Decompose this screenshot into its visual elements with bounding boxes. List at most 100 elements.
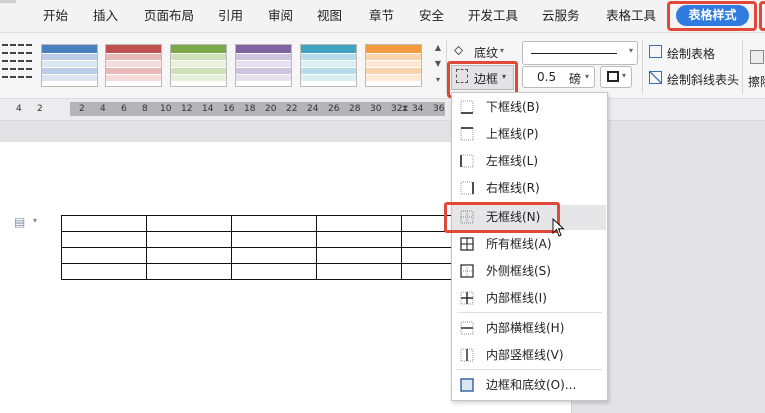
menu-item-inside-vertical[interactable]: 内部竖框线(V): [452, 344, 607, 366]
table-style-swatch-red[interactable]: [105, 44, 162, 87]
ruler-number: 32: [391, 104, 403, 114]
border-top-icon: [460, 127, 474, 141]
menu-tab-cloud[interactable]: 云服务: [542, 0, 580, 33]
menu-item-right-border[interactable]: 右框线(R): [452, 177, 607, 199]
gallery-expand-icon[interactable]: ▾: [432, 72, 444, 88]
border-outside-icon: [460, 264, 474, 278]
ruler-number: 2: [37, 104, 43, 114]
table-style-swatch-blue[interactable]: [41, 44, 98, 87]
menu-tab-table-tools[interactable]: 表格工具: [606, 0, 656, 33]
border-inside-icon: [460, 291, 474, 305]
pen-color-icon: [607, 71, 619, 82]
menu-item-inside-horizontal[interactable]: 内部横框线(H): [452, 317, 607, 339]
draw-table-button[interactable]: 绘制表格: [667, 45, 715, 62]
line-style-gallery[interactable]: [0, 44, 34, 90]
ruler-number: 24: [307, 104, 319, 114]
menu-tab-table-style[interactable]: 表格样式: [676, 5, 749, 26]
table-cell[interactable]: [146, 263, 232, 280]
paint-bucket-icon[interactable]: ⬦: [454, 43, 463, 58]
eraser-icon[interactable]: [750, 50, 764, 64]
chevron-up-icon[interactable]: ▲: [432, 40, 444, 56]
document-table[interactable]: [61, 215, 487, 280]
chevron-down-icon[interactable]: ▾: [629, 46, 633, 55]
ruler-number: 14: [202, 104, 214, 114]
border-left-icon: [460, 154, 474, 168]
menu-item-all-borders[interactable]: 所有框线(A): [452, 233, 607, 255]
border-all-icon: [460, 237, 474, 251]
line-weight-value: 0.5: [537, 70, 557, 84]
table-style-swatch-teal[interactable]: [300, 44, 357, 87]
mouse-cursor-icon: [552, 218, 565, 237]
border-right-icon: [460, 181, 474, 195]
ruler-number: 6: [121, 104, 127, 114]
ruler-number: 20: [265, 104, 277, 114]
menu-separator: [0, 0, 16, 3]
table-cell[interactable]: [61, 215, 147, 232]
indent-marker-icon[interactable]: ⧗: [402, 104, 408, 114]
chevron-down-icon[interactable]: ▾: [585, 72, 589, 81]
menu-tab-home[interactable]: 开始: [43, 0, 68, 33]
menu-tab-insert[interactable]: 插入: [93, 0, 118, 33]
menu-item-top-border[interactable]: 上框线(P): [452, 123, 607, 145]
table-cell[interactable]: [146, 215, 232, 232]
ruler-number: 8: [142, 104, 148, 114]
menu-item-borders-and-shading[interactable]: 边框和底纹(O)...: [452, 374, 607, 396]
table-cell[interactable]: [61, 263, 147, 280]
gallery-scroll[interactable]: ▲ ▼ ▾: [432, 40, 444, 92]
menu-item-outside-borders[interactable]: 外侧框线(S): [452, 260, 607, 282]
ruler-number: 16: [223, 104, 235, 114]
chevron-down-icon[interactable]: ▾: [622, 71, 626, 80]
menu-tab-developer[interactable]: 开发工具: [468, 0, 518, 33]
table-cell[interactable]: [316, 247, 402, 264]
draw-table-icon[interactable]: [649, 45, 662, 58]
table-cell[interactable]: [146, 231, 232, 248]
ruler-number: 4: [100, 104, 106, 114]
menu-tab-review[interactable]: 审阅: [268, 0, 293, 33]
pen-color-button[interactable]: ▾: [600, 66, 632, 88]
table-style-swatch-green[interactable]: [170, 44, 227, 87]
table-cell[interactable]: [231, 263, 317, 280]
paragraph-layout-icon[interactable]: ▤: [14, 215, 25, 229]
erase-button[interactable]: 擦除: [748, 73, 765, 90]
border-inside-horizontal-icon: [460, 321, 474, 335]
line-style-select[interactable]: ▾: [522, 41, 638, 65]
menu-tab-view[interactable]: 视图: [317, 0, 342, 33]
table-cell[interactable]: [146, 247, 232, 264]
chevron-down-icon[interactable]: ▾: [500, 46, 504, 55]
table-style-swatch-orange[interactable]: [365, 44, 422, 87]
table-cell[interactable]: [61, 231, 147, 248]
ruler-number: 10: [160, 104, 172, 114]
menu-item-label: 右框线(R): [486, 181, 540, 195]
table-cell[interactable]: [316, 263, 402, 280]
border-inside-vertical-icon: [460, 348, 474, 362]
menu-item-label: 外侧框线(S): [486, 264, 551, 278]
menu-item-inside-borders[interactable]: 内部框线(I): [452, 287, 607, 309]
ruler-number: 30: [370, 104, 382, 114]
border-bottom-icon: [460, 100, 474, 114]
ruler-number: 18: [244, 104, 256, 114]
menu-tab-page-layout[interactable]: 页面布局: [144, 0, 194, 33]
table-row: [61, 247, 487, 264]
menu-item-label: 所有框线(A): [486, 237, 552, 251]
table-cell[interactable]: [61, 247, 147, 264]
line-weight-select[interactable]: 0.5 磅 ▾: [522, 66, 595, 88]
table-cell[interactable]: [316, 215, 402, 232]
table-cell[interactable]: [231, 215, 317, 232]
menu-tab-sections[interactable]: 章节: [369, 0, 394, 33]
chevron-down-icon[interactable]: ▾: [33, 216, 37, 225]
chevron-down-icon[interactable]: ▼: [432, 56, 444, 72]
table-style-swatch-purple[interactable]: [235, 44, 292, 87]
ribbon-divider: [742, 40, 743, 94]
menu-tab-security[interactable]: 安全: [419, 0, 444, 33]
table-cell[interactable]: [316, 231, 402, 248]
menu-tab-references[interactable]: 引用: [218, 0, 243, 33]
menu-item-label: 下框线(B): [486, 100, 540, 114]
shading-button[interactable]: 底纹: [474, 44, 498, 61]
table-cell[interactable]: [231, 247, 317, 264]
draw-diagonal-icon[interactable]: [649, 71, 662, 84]
menu-item-left-border[interactable]: 左框线(L): [452, 150, 607, 172]
table-cell[interactable]: [231, 231, 317, 248]
draw-diagonal-header-button[interactable]: 绘制斜线表头: [667, 71, 739, 88]
ruler-number: 34: [412, 104, 424, 114]
menu-item-bottom-border[interactable]: 下框线(B): [452, 96, 607, 118]
